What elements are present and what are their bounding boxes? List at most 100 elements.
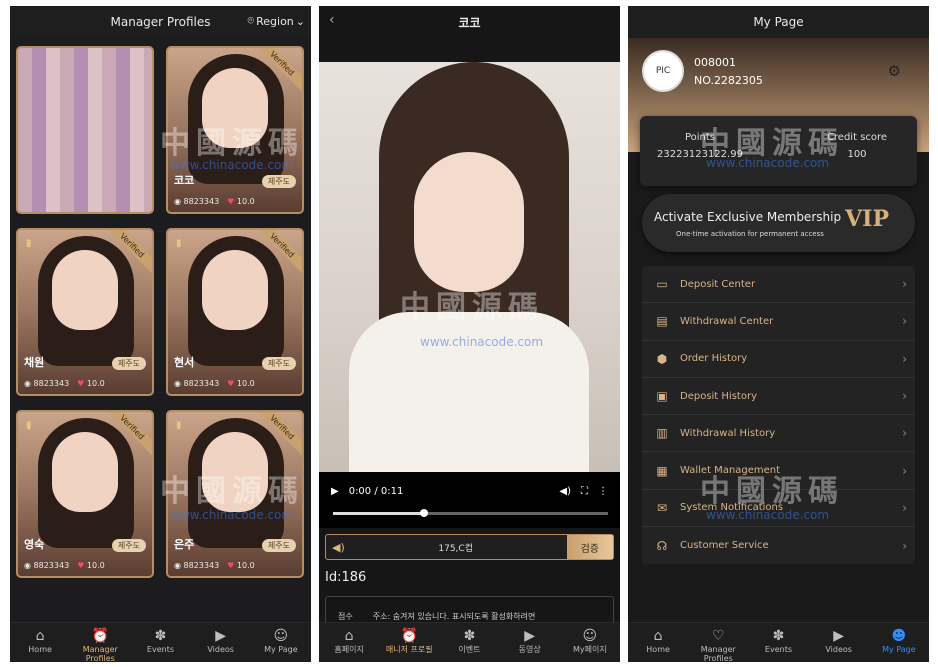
chevron-right-icon: › — [902, 500, 907, 515]
profile-grid: Verified 코코 제주도 ◉ 8823343 ♥ 10.0 ▮ Verifi… — [16, 46, 305, 578]
region-tag: 제주도 — [111, 539, 146, 552]
videos-icon: ▶ — [524, 628, 536, 644]
heart-icon: ♥ — [77, 379, 85, 388]
points-label: Points — [684, 132, 716, 143]
avatar[interactable]: PIC — [642, 50, 684, 92]
username: 008001 — [694, 56, 736, 69]
tab-events[interactable]: ✽ Events — [750, 627, 806, 654]
volume-icon[interactable]: ◀) — [559, 486, 571, 497]
profile-stats: ◉ 8823343 ♥ 10.0 — [174, 379, 255, 388]
bottom-tab-bar: ⌂ Home ♡ Manager Profiles ✽ Events ▶ Videos … — [628, 622, 929, 662]
menu-withdrawal-center[interactable]: ▤ Withdrawal Center › — [642, 303, 915, 341]
more-icon[interactable]: ⋮ — [598, 486, 608, 497]
tab-home[interactable]: ⌂ Home — [630, 627, 686, 654]
profile-card[interactable]: ▮ Verified 현서 제주도 ◉ 8823343 ♥ 10.0 — [166, 228, 304, 396]
tab-my-page[interactable]: ☺ My Page — [253, 627, 309, 654]
credit-label: Credit score — [826, 132, 888, 143]
tab-videos[interactable]: ▶ Videos — [193, 627, 249, 654]
tab-manager-profiles[interactable]: ⏰ Manager Profiles — [72, 627, 128, 662]
bottom-tab-bar: ⌂ 홈페이지 ⏰ 매니저 프로필 ✽ 이벤트 ▶ 동영상 ☺ My페이지 — [319, 622, 620, 662]
gear-icon[interactable]: ⚙ — [888, 62, 901, 80]
tab-manager-profiles[interactable]: ♡ Manager Profiles — [690, 627, 746, 662]
chevron-right-icon: › — [902, 277, 907, 292]
wallet-icon: ▭ — [656, 277, 668, 292]
profile-name: 채원 — [24, 356, 45, 369]
user-icon: ☺ — [582, 628, 598, 644]
events-icon: ✽ — [154, 628, 167, 644]
video-progress-bar[interactable] — [333, 509, 608, 517]
vip-banner[interactable]: Activate Exclusive Membership One-time a… — [642, 194, 915, 252]
vip-title: Activate Exclusive Membership — [654, 210, 842, 224]
play-icon[interactable]: ▶ — [331, 486, 339, 497]
profile-card[interactable]: ▮ Verified 은주 제주도 ◉ 8823343 ♥ 10.0 — [166, 410, 304, 578]
menu-order-history[interactable]: ⬢ Order History › — [642, 341, 915, 378]
heart-icon: ♥ — [227, 561, 235, 570]
profile-card[interactable] — [16, 46, 154, 214]
signal-icon: ▮ — [26, 238, 32, 249]
menu-deposit-history[interactable]: ▣ Deposit History › — [642, 378, 915, 416]
region-tag: 제주도 — [261, 539, 296, 552]
deposit-history-icon: ▣ — [656, 389, 668, 404]
eye-icon: ◉ — [24, 561, 31, 570]
my-page-screen: My Page PIC 008001 NO.2282305 ⚙ Points 23… — [628, 6, 929, 662]
points-card: Points 23223123122.99 Credit score 100 — [640, 116, 917, 186]
heart-outline-icon: ♡ — [712, 628, 725, 644]
withdrawal-history-icon: ▥ — [656, 426, 668, 441]
menu-withdrawal-history[interactable]: ▥ Withdrawal History › — [642, 415, 915, 453]
menu-customer-service[interactable]: ☊ Customer Service › — [642, 527, 915, 564]
mail-icon: ✉ — [656, 500, 668, 515]
profile-stats: ◉ 8823343 ♥ 10.0 — [24, 379, 105, 388]
tab-events[interactable]: ✽ 이벤트 — [441, 627, 497, 654]
page-title: Manager Profiles — [110, 15, 211, 29]
profile-card[interactable]: ▮ Verified 채원 제주도 ◉ 8823343 ♥ 10.0 — [16, 228, 154, 396]
region-tag: 제주도 — [111, 357, 146, 370]
videos-icon: ▶ — [215, 628, 227, 644]
menu-wallet-management[interactable]: ▦ Wallet Management › — [642, 452, 915, 490]
region-label: Region — [256, 14, 294, 28]
region-selector[interactable]: ⌾ Region ⌄ — [248, 14, 306, 28]
user-icon: ☻ — [891, 628, 907, 644]
top-bar: Manager Profiles ⌾ Region ⌄ — [10, 6, 311, 38]
signal-icon: ▮ — [26, 420, 32, 431]
signal-icon: ▮ — [176, 238, 182, 249]
profile-detail-screen: ‹ 코코 ▶ 0:00 / 0:11 ◀) ⛶ ⋮ ◀) 175,C컵 검증 I… — [319, 6, 620, 662]
tab-videos[interactable]: ▶ Videos — [811, 627, 867, 654]
heart-icon: ♥ — [227, 379, 235, 388]
order-icon: ⬢ — [656, 351, 668, 366]
home-icon: ⌂ — [344, 628, 354, 644]
tab-home[interactable]: ⌂ Home — [12, 627, 68, 654]
screenshot: Manager Profiles ⌾ Region ⌄ Verified 코코 … — [0, 0, 938, 667]
tab-manager-profiles[interactable]: ⏰ 매니저 프로필 — [381, 627, 437, 654]
events-icon: ✽ — [463, 628, 476, 644]
menu-system-notifications[interactable]: ✉ System Notifications › — [642, 490, 915, 528]
tab-my-page[interactable]: ☻ My Page — [871, 627, 927, 654]
chevron-right-icon: › — [902, 314, 907, 329]
signal-icon: ▮ — [176, 420, 182, 431]
profile-stats: ◉ 8823343 ♥ 10.0 — [174, 197, 255, 206]
eye-icon: ◉ — [174, 197, 181, 206]
eye-icon: ◉ — [174, 379, 181, 388]
video-player[interactable] — [319, 62, 620, 472]
tab-my-page[interactable]: ☺ My페이지 — [562, 627, 618, 654]
fullscreen-icon[interactable]: ⛶ — [581, 486, 588, 497]
bottom-tab-bar: ⌂ Home ⏰ Manager Profiles ✽ Events ▶ Videos … — [10, 622, 311, 662]
chevron-right-icon: › — [902, 351, 907, 366]
region-tag: 제주도 — [261, 357, 296, 370]
region-tag: 제주도 — [261, 175, 296, 188]
events-icon: ✽ — [772, 628, 785, 644]
vip-icon: VIP — [845, 206, 889, 232]
tab-videos[interactable]: ▶ 동영상 — [502, 627, 558, 654]
chevron-right-icon: › — [902, 389, 907, 404]
back-arrow-icon[interactable]: ‹ — [329, 12, 335, 28]
page-title: 코코 — [458, 15, 481, 30]
manager-icon: ⏰ — [400, 628, 418, 644]
profile-card[interactable]: Verified 코코 제주도 ◉ 8823343 ♥ 10.0 — [166, 46, 304, 214]
user-icon: ☺ — [273, 628, 289, 644]
home-icon: ⌂ — [35, 628, 45, 644]
menu-deposit-center[interactable]: ▭ Deposit Center › — [642, 266, 915, 304]
profile-card[interactable]: ▮ Verified 영숙 제주도 ◉ 8823343 ♥ 10.0 — [16, 410, 154, 578]
tab-events[interactable]: ✽ Events — [132, 627, 188, 654]
verify-button[interactable]: 검증 — [566, 535, 613, 559]
tab-home[interactable]: ⌂ 홈페이지 — [321, 627, 377, 654]
progress-handle[interactable] — [419, 509, 428, 517]
